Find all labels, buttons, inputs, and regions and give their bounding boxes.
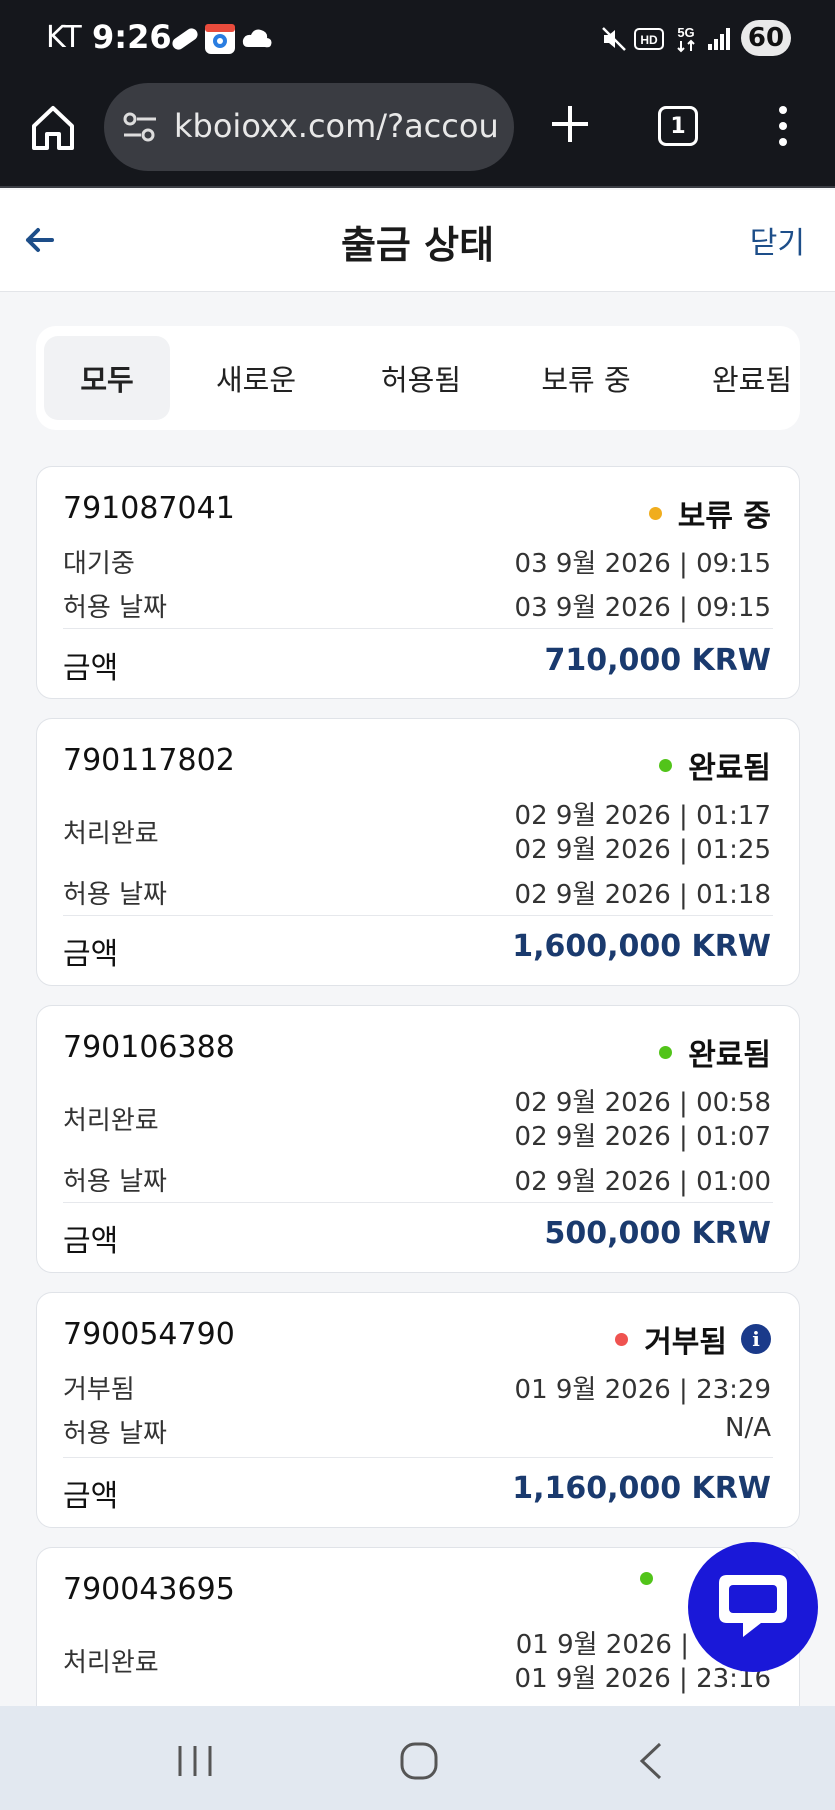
tab-allowed[interactable]: 허용됨 xyxy=(346,336,496,420)
more-vert-icon[interactable] xyxy=(768,104,798,148)
status-label: 보류 중 xyxy=(677,499,771,534)
page-title: 출금 상태 xyxy=(340,223,495,267)
detail-value: 01 9월 2026 | xyxy=(515,1630,689,1660)
detail-label: 처리완료 xyxy=(63,819,159,849)
mute-icon xyxy=(600,24,628,54)
amount-value: 710,000 KRW xyxy=(544,643,771,678)
divider xyxy=(63,628,773,629)
divider xyxy=(63,915,773,916)
address-bar[interactable]: kboioxx.com/?accou xyxy=(104,83,514,171)
detail-label: 대기중 xyxy=(63,549,135,579)
close-button[interactable]: 닫기 xyxy=(750,218,805,262)
transaction-id: 790043695 xyxy=(63,1572,235,1607)
filter-tabs: 모두 새로운 허용됨 보류 중 완료됨 xyxy=(36,326,800,430)
allowed-date-value: 03 9월 2026 | 09:15 xyxy=(514,593,771,623)
status-dot-icon xyxy=(615,1332,629,1346)
allowed-date-label: 허용 날짜 xyxy=(63,1167,167,1197)
cloud-icon xyxy=(240,24,274,54)
tab-switcher-button[interactable]: 1 xyxy=(658,106,698,146)
divider xyxy=(63,1202,773,1203)
detail-value-2: 02 9월 2026 | 01:07 xyxy=(514,1122,771,1152)
status-label: 거부됨 xyxy=(644,1325,727,1360)
status-badge: 보류 중 xyxy=(648,491,771,535)
tab-completed[interactable]: 완료됨 xyxy=(712,336,800,420)
info-icon[interactable]: i xyxy=(741,1324,771,1354)
transaction-id: 790106388 xyxy=(63,1030,235,1065)
page-header: 출금 상태 닫기 xyxy=(0,190,835,292)
amount-value: 1,160,000 KRW xyxy=(512,1471,771,1506)
allowed-date-value: 02 9월 2026 | 01:18 xyxy=(514,880,771,910)
amount-value: 500,000 KRW xyxy=(544,1216,771,1251)
transaction-id: 790054790 xyxy=(63,1317,235,1352)
nav-home-icon[interactable] xyxy=(394,1736,444,1786)
clock: 9:26 xyxy=(92,18,172,56)
url-text[interactable]: kboioxx.com/?accou xyxy=(174,107,504,145)
status-bar: KT 9:26 HD 5G 60 xyxy=(0,0,835,78)
status-dot-icon xyxy=(640,1572,653,1585)
status-dot-icon xyxy=(648,506,662,520)
allowed-date-label: 허용 날짜 xyxy=(63,880,167,910)
tab-pending[interactable]: 보류 중 xyxy=(506,336,666,420)
withdrawal-card[interactable]: 791087041 보류 중 대기중 03 9월 2026 | 09:15 허용… xyxy=(36,466,800,699)
amount-label: 금액 xyxy=(63,1224,119,1259)
tune-icon[interactable] xyxy=(122,111,158,143)
chat-button[interactable] xyxy=(688,1542,818,1672)
status-badge: 완료됨 xyxy=(659,743,771,787)
battery-indicator: 60 xyxy=(741,20,791,56)
status-label: 완료됨 xyxy=(688,751,771,786)
tab-all[interactable]: 모두 xyxy=(44,336,170,420)
detail-value-2: 02 9월 2026 | 01:25 xyxy=(514,835,771,865)
5g-icon: 5G xyxy=(672,24,700,54)
svg-text:HD: HD xyxy=(640,33,658,47)
transaction-id: 791087041 xyxy=(63,491,235,526)
withdrawal-card[interactable]: 790054790 거부됨 i 거부됨 01 9월 2026 | 23:29 허… xyxy=(36,1292,800,1528)
detail-label: 처리완료 xyxy=(63,1648,159,1678)
detail-value: 02 9월 2026 | 01:17 xyxy=(514,801,771,831)
amount-label: 금액 xyxy=(63,937,119,972)
divider xyxy=(63,1457,773,1458)
allowed-date-label: 허용 날짜 xyxy=(63,1419,167,1449)
detail-value: 03 9월 2026 | 09:15 xyxy=(514,549,771,579)
browser-toolbar: kboioxx.com/?accou 1 xyxy=(0,78,835,188)
status-dot-icon xyxy=(659,1045,673,1059)
system-nav-bar xyxy=(0,1706,835,1810)
status-badge: 완료됨 xyxy=(659,1030,771,1074)
detail-label: 거부됨 xyxy=(63,1375,135,1405)
status-dot-icon xyxy=(659,758,673,772)
amount-value: 1,600,000 KRW xyxy=(512,929,771,964)
allowed-date-label: 허용 날짜 xyxy=(63,593,167,623)
amount-label: 금액 xyxy=(63,651,119,686)
svg-text:5G: 5G xyxy=(677,25,694,40)
hd-icon: HD xyxy=(634,24,664,54)
amount-label: 금액 xyxy=(63,1479,119,1514)
pill-icon xyxy=(168,24,202,54)
detail-value: 01 9월 2026 | 23:29 xyxy=(514,1375,771,1405)
detail-value: 02 9월 2026 | 00:58 xyxy=(514,1088,771,1118)
chat-bubble-icon xyxy=(719,1575,787,1637)
withdrawal-card[interactable]: 790117802 완료됨 처리완료 02 9월 2026 | 01:17 02… xyxy=(36,718,800,986)
allowed-date-value: 02 9월 2026 | 01:00 xyxy=(514,1167,771,1197)
nav-back-icon[interactable] xyxy=(628,1736,678,1786)
status-badge: 거부됨 i xyxy=(615,1317,771,1361)
signal-icon xyxy=(706,24,732,54)
transaction-id: 790117802 xyxy=(63,743,235,778)
detail-label: 처리완료 xyxy=(63,1106,159,1136)
plus-icon[interactable] xyxy=(548,102,592,146)
allowed-date-value: N/A xyxy=(725,1413,771,1443)
home-icon[interactable] xyxy=(28,100,78,156)
recents-icon[interactable] xyxy=(170,1736,220,1786)
status-badge xyxy=(640,1572,669,1585)
withdrawal-card[interactable]: 790106388 완료됨 처리완료 02 9월 2026 | 00:58 02… xyxy=(36,1005,800,1273)
tab-new[interactable]: 새로운 xyxy=(186,336,326,420)
status-label: 완료됨 xyxy=(688,1038,771,1073)
app-notification-icon xyxy=(204,24,236,54)
withdrawal-card[interactable]: 790043695 처리완료 01 9월 2026 | 01 9월 2026 |… xyxy=(36,1547,800,1727)
carrier-label: KT xyxy=(46,20,82,55)
